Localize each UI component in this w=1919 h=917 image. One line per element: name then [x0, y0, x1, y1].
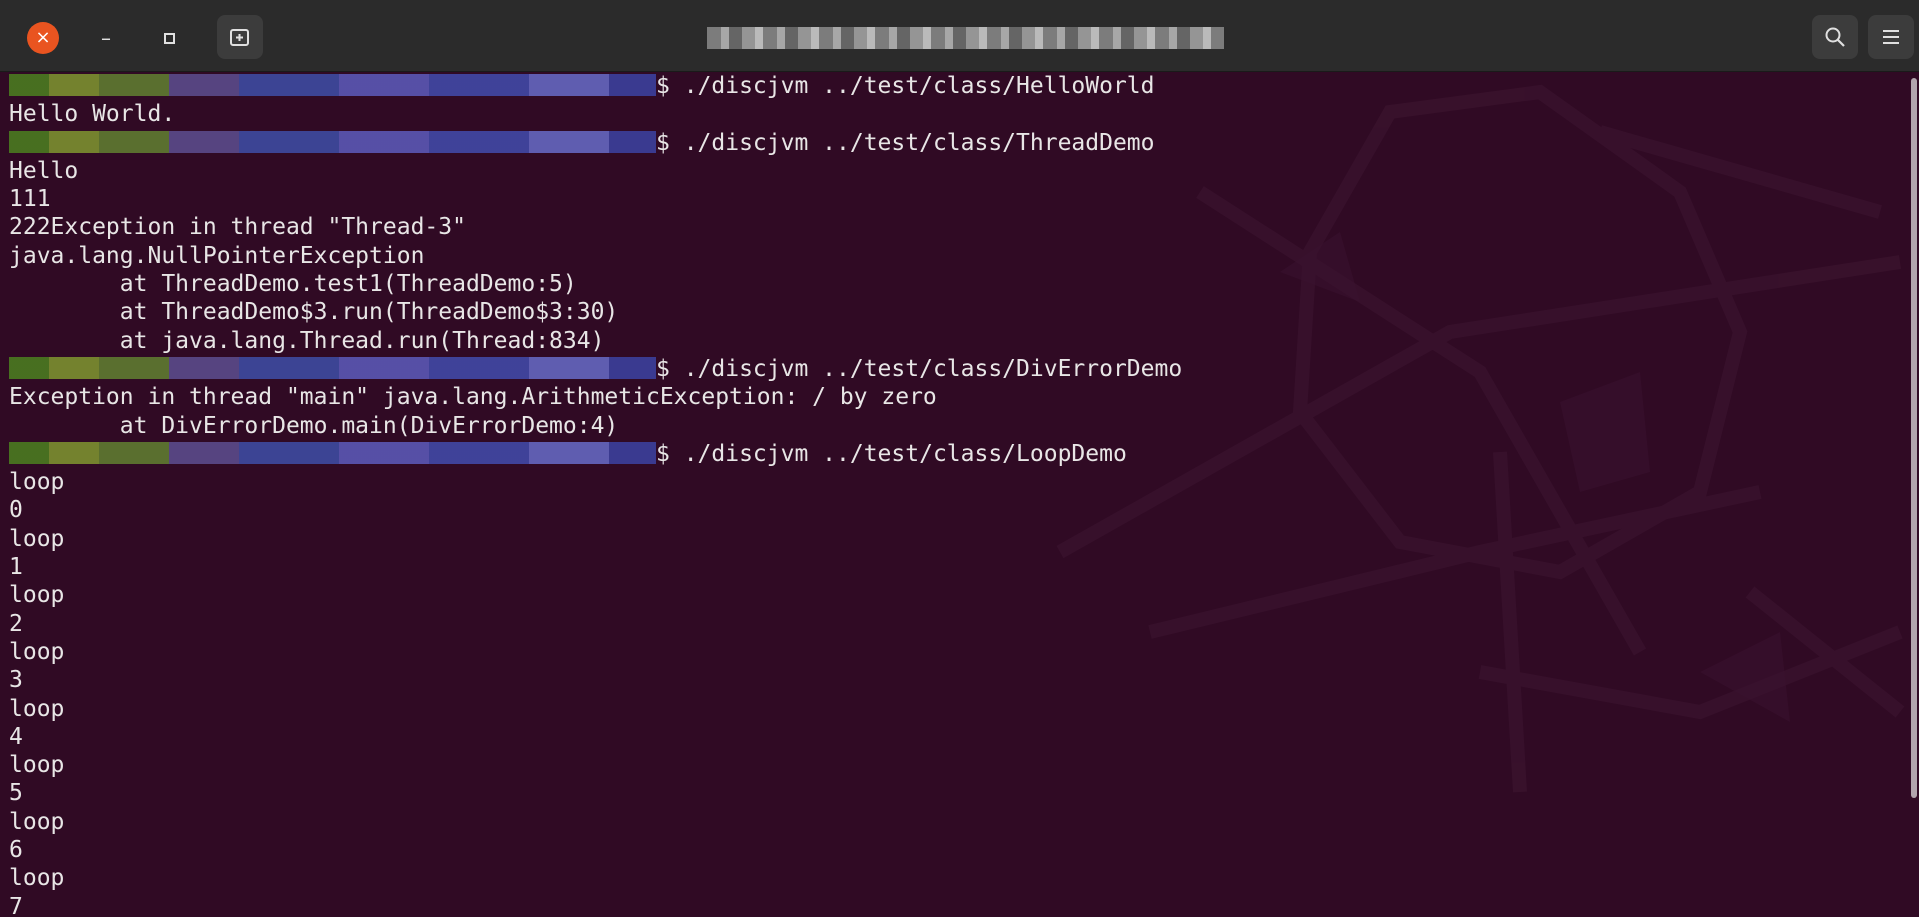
output-line: 7 [9, 893, 1182, 917]
output-line: loop [9, 638, 1182, 666]
output-line: loop [9, 751, 1182, 779]
menu-button[interactable] [1868, 15, 1914, 59]
output-text: Hello World. [9, 101, 176, 128]
command-text: $ ./discjvm ../test/class/ThreadDemo [656, 129, 1155, 156]
redacted-prompt [9, 130, 656, 153]
output-line: 4 [9, 723, 1182, 751]
output-line: at DivErrorDemo.main(DivErrorDemo:4) [9, 412, 1182, 440]
output-text: 2 [9, 610, 23, 637]
output-text: loop [9, 525, 65, 552]
output-line: 1 [9, 553, 1182, 581]
output-text: at DivErrorDemo.main(DivErrorDemo:4) [9, 412, 619, 439]
output-line: 5 [9, 779, 1182, 807]
terminal-window: × – $ ./discjvm ../test/class/HelloWorld… [0, 0, 1919, 917]
output-line: Exception in thread "main" java.lang.Ari… [9, 383, 1182, 411]
output-line: loop [9, 525, 1182, 553]
maximize-button[interactable] [153, 22, 185, 54]
output-text: 4 [9, 723, 23, 750]
maximize-icon [163, 33, 175, 44]
output-text: loop [9, 582, 65, 609]
output-text: loop [9, 638, 65, 665]
minimize-button[interactable]: – [90, 22, 122, 54]
output-text: 6 [9, 837, 23, 864]
output-line: loop [9, 808, 1182, 836]
output-text: at java.lang.Thread.run(Thread:834) [9, 327, 605, 354]
output-text: Exception in thread "main" java.lang.Ari… [9, 384, 937, 411]
close-button[interactable]: × [27, 22, 59, 54]
redacted-prompt [9, 74, 656, 96]
output-text: 1 [9, 554, 23, 581]
close-icon: × [35, 27, 51, 48]
output-text: loop [9, 695, 65, 722]
new-tab-icon [230, 29, 249, 46]
command-line: $ ./discjvm ../test/class/HelloWorld [9, 72, 1182, 100]
output-text: 5 [9, 780, 23, 807]
output-line: 222Exception in thread "Thread-3" [9, 213, 1182, 241]
output-line: at ThreadDemo.test1(ThreadDemo:5) [9, 270, 1182, 298]
search-button[interactable] [1812, 15, 1858, 59]
command-line: $ ./discjvm ../test/class/LoopDemo [9, 440, 1182, 468]
terminal-lines: $ ./discjvm ../test/class/HelloWorld Hell… [9, 72, 1182, 917]
new-tab-button[interactable] [217, 15, 263, 59]
command-text: $ ./discjvm ../test/class/LoopDemo [656, 440, 1127, 467]
output-line: 3 [9, 666, 1182, 694]
output-text: 0 [9, 497, 23, 524]
output-text: loop [9, 865, 65, 892]
output-text: 222Exception in thread "Thread-3" [9, 214, 466, 241]
command-text: $ ./discjvm ../test/class/HelloWorld [656, 73, 1155, 99]
output-text: loop [9, 469, 65, 496]
output-line: 111 [9, 185, 1182, 213]
search-icon [1825, 27, 1845, 47]
command-text: $ ./discjvm ../test/class/DivErrorDemo [656, 355, 1183, 382]
output-line: java.lang.NullPointerException [9, 242, 1182, 270]
output-text: 7 [9, 893, 23, 917]
command-line: $ ./discjvm ../test/class/ThreadDemo [9, 129, 1182, 157]
output-line: at ThreadDemo$3.run(ThreadDemo$3:30) [9, 298, 1182, 326]
minimize-icon: – [101, 26, 111, 50]
output-text: loop [9, 752, 65, 779]
output-text: 3 [9, 667, 23, 694]
output-line: Hello [9, 157, 1182, 185]
output-line: loop [9, 864, 1182, 892]
output-text: Hello [9, 157, 79, 184]
hamburger-menu-icon [1883, 30, 1899, 44]
output-text: at ThreadDemo.test1(ThreadDemo:5) [9, 271, 577, 298]
output-line: Hello World. [9, 100, 1182, 128]
output-text: 111 [9, 186, 51, 213]
output-line: at java.lang.Thread.run(Thread:834) [9, 327, 1182, 355]
output-line: 6 [9, 836, 1182, 864]
output-line: loop [9, 468, 1182, 496]
output-text: at ThreadDemo$3.run(ThreadDemo$3:30) [9, 299, 619, 326]
output-text: loop [9, 808, 65, 835]
output-line: loop [9, 581, 1182, 609]
output-line: 0 [9, 496, 1182, 524]
scrollbar[interactable] [1911, 78, 1917, 798]
redacted-prompt [9, 356, 656, 379]
output-line: loop [9, 695, 1182, 723]
redacted-prompt [9, 441, 656, 464]
header-bar: × – [0, 0, 1919, 72]
command-line: $ ./discjvm ../test/class/DivErrorDemo [9, 355, 1182, 383]
terminal-output-area[interactable]: $ ./discjvm ../test/class/HelloWorld Hell… [0, 72, 1919, 917]
output-line: 2 [9, 610, 1182, 638]
window-title-redacted [707, 27, 1224, 49]
output-text: java.lang.NullPointerException [9, 242, 425, 269]
